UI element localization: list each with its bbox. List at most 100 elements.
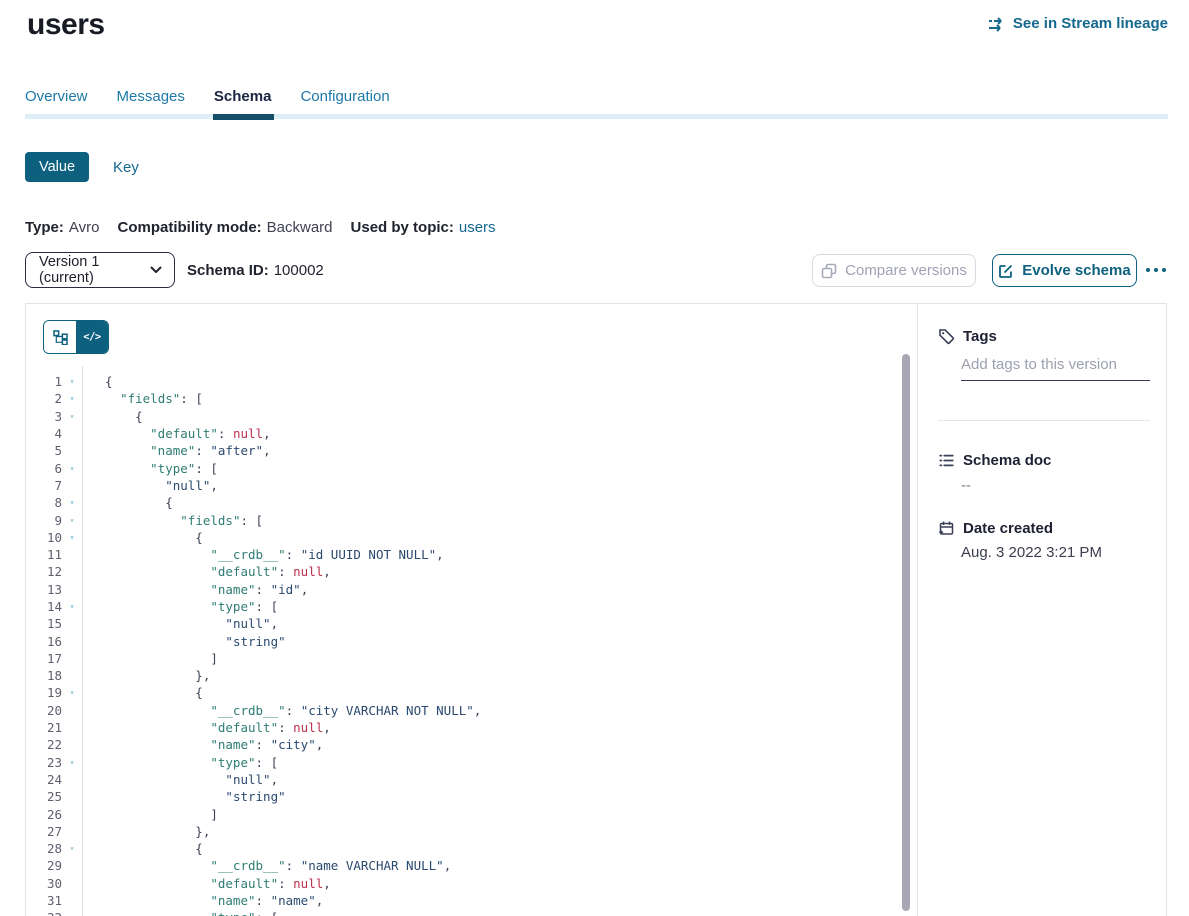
key-toggle-button[interactable]: Key: [113, 159, 139, 176]
lineage-link-label: See in Stream lineage: [1013, 15, 1168, 32]
schema-panel: </> 1▾{2▾ "fields": [3▾ {4 "default": nu…: [25, 303, 1167, 916]
compatibility-value: Backward: [267, 219, 333, 236]
date-created-title: Date created: [963, 520, 1053, 537]
see-in-stream-lineage-link[interactable]: See in Stream lineage: [988, 15, 1168, 32]
code-text: {: [82, 530, 203, 545]
chevron-down-icon: [150, 266, 162, 274]
code-line: 15 "null",: [26, 615, 917, 632]
line-number: 20: [26, 703, 62, 718]
more-options-button[interactable]: [1146, 260, 1174, 280]
fold-toggle-icon[interactable]: ▾: [62, 844, 82, 853]
code-text: {: [82, 685, 203, 700]
line-number: 4: [26, 426, 62, 441]
code-line: 19▾ {: [26, 684, 917, 701]
code-text: {: [82, 374, 113, 389]
line-number: 12: [26, 564, 62, 579]
ellipsis-icon: [1162, 268, 1166, 272]
code-line: 29 "__crdb__": "name VARCHAR NULL",: [26, 857, 917, 874]
line-number: 13: [26, 582, 62, 597]
line-number: 27: [26, 824, 62, 839]
line-number: 6: [26, 461, 62, 476]
view-toggle: </>: [43, 320, 109, 354]
version-select[interactable]: Version 1 (current): [25, 252, 175, 288]
code-text: "null",: [82, 478, 218, 493]
tab-configuration[interactable]: Configuration: [300, 88, 389, 111]
code-text: "name": "city",: [82, 737, 323, 752]
fold-toggle-icon[interactable]: ▾: [62, 602, 82, 611]
fold-toggle-icon[interactable]: ▾: [62, 412, 82, 421]
code-text: "fields": [: [82, 513, 263, 528]
schema-id: Schema ID: 100002: [187, 252, 324, 288]
code-line: 27 },: [26, 823, 917, 840]
tab-overview[interactable]: Overview: [25, 88, 88, 111]
code-text: "default": null,: [82, 720, 331, 735]
schema-id-value: 100002: [274, 262, 324, 279]
code-text: "type": [: [82, 910, 278, 916]
code-line: 25 "string": [26, 788, 917, 805]
code-line: 24 "null",: [26, 771, 917, 788]
edit-icon: [998, 263, 1014, 279]
code-text: "string": [82, 634, 286, 649]
version-select-value: Version 1 (current): [39, 254, 150, 286]
code-view-icon: </>: [83, 331, 100, 343]
code-line: 17 ]: [26, 650, 917, 667]
fold-toggle-icon[interactable]: ▾: [62, 516, 82, 525]
schema-sidebar: Tags Schema doc --: [919, 304, 1166, 916]
add-tags-input[interactable]: [961, 356, 1150, 381]
fold-toggle-icon[interactable]: ▾: [62, 533, 82, 542]
tree-view-button[interactable]: [44, 321, 76, 353]
fold-toggle-icon[interactable]: ▾: [62, 498, 82, 507]
topic-link[interactable]: users: [459, 219, 496, 236]
compare-icon: [821, 263, 837, 279]
code-line: 11 "__crdb__": "id UUID NOT NULL",: [26, 546, 917, 563]
tab-schema[interactable]: Schema: [214, 88, 272, 111]
tab-bar: Overview Messages Schema Configuration: [25, 88, 390, 111]
sidebar-divider: [938, 420, 1150, 421]
fold-toggle-icon[interactable]: ▾: [62, 394, 82, 403]
code-line: 18 },: [26, 667, 917, 684]
code-text: "name": "name",: [82, 893, 323, 908]
stream-lineage-icon: [988, 16, 1006, 32]
code-line: 28▾ {: [26, 840, 917, 857]
code-view-button[interactable]: </>: [76, 321, 108, 353]
evolve-schema-button[interactable]: Evolve schema: [992, 254, 1137, 287]
tab-track: [25, 114, 1168, 119]
fold-toggle-icon[interactable]: ▾: [62, 688, 82, 697]
code-text: "null",: [82, 616, 278, 631]
line-number: 17: [26, 651, 62, 666]
code-line: 30 "default": null,: [26, 875, 917, 892]
schema-doc-header: Schema doc: [938, 452, 1051, 469]
code-editor[interactable]: 1▾{2▾ "fields": [3▾ {4 "default": null,5…: [26, 373, 917, 916]
code-line: 20 "__crdb__": "city VARCHAR NOT NULL",: [26, 702, 917, 719]
date-created-value: Aug. 3 2022 3:21 PM: [961, 544, 1102, 561]
line-number: 23: [26, 755, 62, 770]
line-number: 22: [26, 737, 62, 752]
vertical-scrollbar[interactable]: [902, 354, 910, 911]
code-text: "default": null,: [82, 876, 331, 891]
tags-section-header: Tags: [938, 328, 997, 345]
code-line: 23▾ "type": [: [26, 754, 917, 771]
tab-messages[interactable]: Messages: [117, 88, 185, 111]
code-text: "type": [: [82, 599, 278, 614]
fold-toggle-icon[interactable]: ▾: [62, 464, 82, 473]
type-value: Avro: [69, 219, 100, 236]
schema-doc-value: --: [961, 477, 971, 494]
list-icon: [938, 452, 955, 469]
fold-toggle-icon[interactable]: ▾: [62, 377, 82, 386]
code-text: "type": [: [82, 755, 278, 770]
line-number: 19: [26, 685, 62, 700]
value-toggle-button[interactable]: Value: [25, 152, 89, 182]
code-text: "default": null,: [82, 564, 331, 579]
schema-doc-title: Schema doc: [963, 452, 1051, 469]
fold-toggle-icon[interactable]: ▾: [62, 758, 82, 767]
code-text: },: [82, 668, 210, 683]
line-number: 25: [26, 789, 62, 804]
code-text: {: [82, 841, 203, 856]
line-number: 11: [26, 547, 62, 562]
compare-versions-button[interactable]: Compare versions: [812, 254, 976, 287]
line-number: 9: [26, 513, 62, 528]
line-number: 24: [26, 772, 62, 787]
code-line: 5 "name": "after",: [26, 442, 917, 459]
code-text: "default": null,: [82, 426, 271, 441]
line-number: 32: [26, 910, 62, 916]
